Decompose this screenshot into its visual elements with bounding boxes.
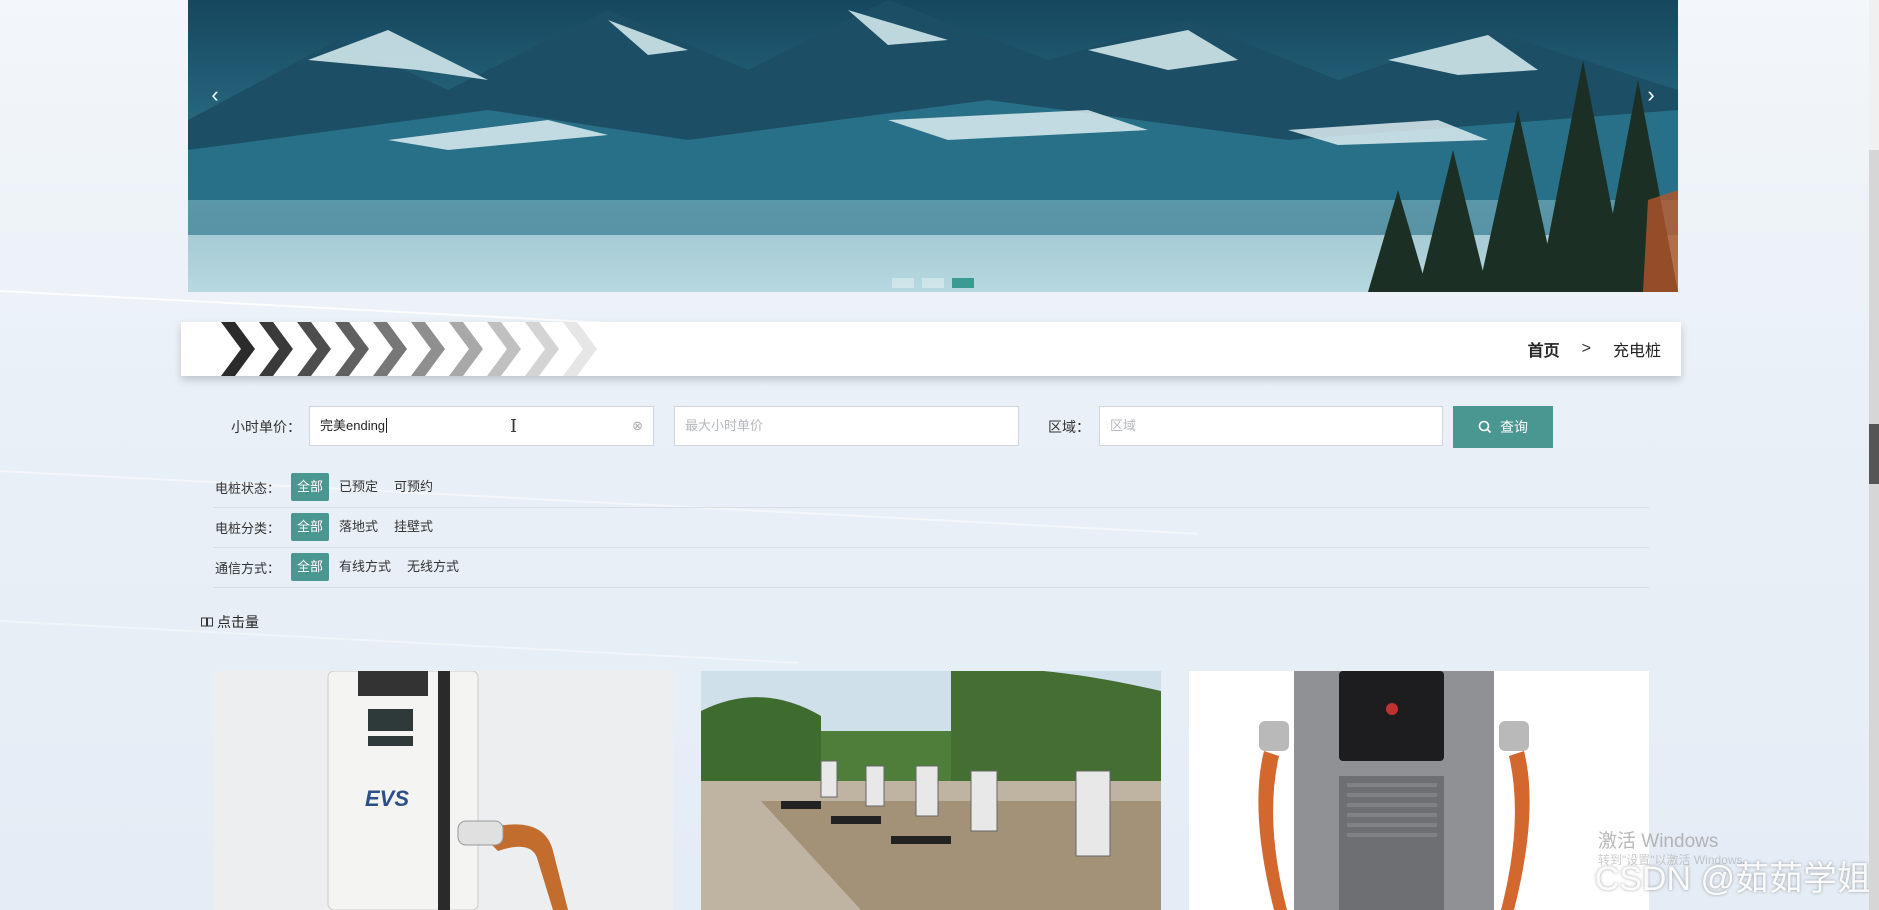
scrollbar-track xyxy=(1869,150,1879,910)
min-price-input[interactable]: 完美ending ⊗ xyxy=(309,406,654,446)
csdn-watermark: CSDN @茹茹学姐 xyxy=(1594,860,1871,898)
activate-windows-title: 激活 Windows xyxy=(1598,831,1719,852)
filter-status: 电桩状态： 全部 已预定 可预约 xyxy=(213,467,1649,508)
svg-text:EVS: EVS xyxy=(365,786,409,811)
region-placeholder: 区域 xyxy=(1110,418,1137,433)
banner-dot-active[interactable] xyxy=(952,278,974,288)
filter-communication-label: 通信方式： xyxy=(215,560,281,576)
banner-image xyxy=(188,0,1678,292)
filter-communication-wired[interactable]: 有线方式 xyxy=(333,553,397,581)
search-button[interactable]: 查询 xyxy=(1453,406,1553,448)
product-image: EVS xyxy=(213,671,673,910)
breadcrumb-home[interactable]: 首页 xyxy=(1528,337,1560,361)
filter-status-label: 电桩状态： xyxy=(215,480,281,496)
scrollbar-thumb[interactable] xyxy=(1869,424,1879,484)
banner-dot[interactable] xyxy=(922,278,944,288)
banner-dot[interactable] xyxy=(892,278,914,288)
filter-status-reserved[interactable]: 已预定 xyxy=(333,473,384,501)
breadcrumb-bar: 首页 > 充电桩 xyxy=(181,322,1681,376)
max-price-placeholder: 最大小时单价 xyxy=(685,418,764,433)
product-card[interactable] xyxy=(701,671,1161,910)
clear-icon[interactable]: ⊗ xyxy=(632,407,643,445)
text-cursor-icon: I xyxy=(510,416,518,437)
max-price-input[interactable]: 最大小时单价 xyxy=(674,406,1019,446)
page-scrollbar[interactable] xyxy=(1869,0,1879,910)
filter-category-floor[interactable]: 落地式 xyxy=(333,513,384,541)
banner-prev-icon[interactable]: ‹ xyxy=(200,80,230,110)
product-image xyxy=(1189,671,1649,910)
sort-by-clicks[interactable]: 点击量 xyxy=(201,612,259,632)
search-button-label: 查询 xyxy=(1500,419,1528,435)
filter-category-wall[interactable]: 挂壁式 xyxy=(388,513,439,541)
breadcrumb-separator: > xyxy=(1581,340,1591,357)
filter-status-all[interactable]: 全部 xyxy=(291,473,330,501)
banner-next-icon[interactable]: › xyxy=(1636,80,1666,110)
filter-category-all[interactable]: 全部 xyxy=(291,513,330,541)
book-icon xyxy=(201,617,213,627)
filter-communication-wireless[interactable]: 无线方式 xyxy=(401,553,465,581)
hero-banner[interactable]: ‹ › xyxy=(188,0,1678,292)
search-icon xyxy=(1478,420,1492,434)
product-card[interactable] xyxy=(1189,671,1649,910)
filter-communication-all[interactable]: 全部 xyxy=(291,553,330,581)
price-label: 小时单价： xyxy=(231,419,301,435)
search-form: 小时单价： 完美ending ⊗ I 最大小时单价 区域： 区域 查询 xyxy=(0,406,1879,448)
filter-category: 电桩分类： 全部 落地式 挂壁式 xyxy=(213,507,1649,548)
product-card[interactable]: EVS xyxy=(213,671,673,910)
banner-indicators xyxy=(892,278,974,288)
breadcrumb: 首页 > 充电桩 xyxy=(1528,322,1661,376)
region-input[interactable]: 区域 xyxy=(1099,406,1443,446)
product-image xyxy=(701,671,1161,910)
filter-category-label: 电桩分类： xyxy=(215,520,281,536)
chevron-decoration-icon xyxy=(221,322,597,376)
filter-status-available[interactable]: 可预约 xyxy=(388,473,439,501)
breadcrumb-current: 充电桩 xyxy=(1612,343,1661,360)
min-price-value: 完美ending xyxy=(320,418,386,433)
region-label: 区域： xyxy=(1048,419,1090,435)
sort-label: 点击量 xyxy=(217,614,259,630)
filter-communication: 通信方式： 全部 有线方式 无线方式 xyxy=(213,547,1649,588)
